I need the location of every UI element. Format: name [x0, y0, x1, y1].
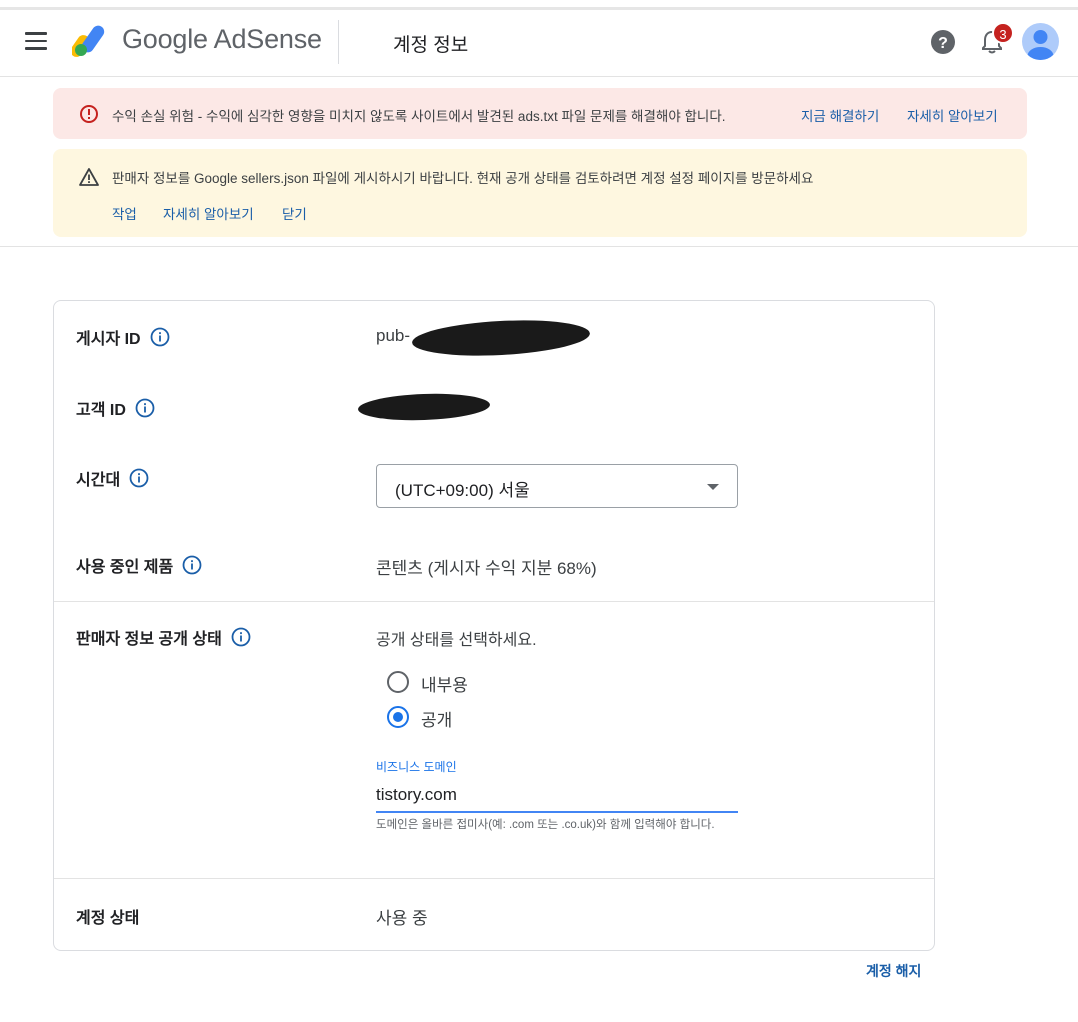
section-divider [0, 246, 1078, 247]
info-icon[interactable] [182, 555, 202, 575]
timezone-select-value: (UTC+09:00) 서울 [395, 481, 530, 500]
error-learn-more-link[interactable]: 자세히 알아보기 [907, 105, 998, 125]
products-label: 사용 중인 제품 [76, 559, 174, 576]
page-title: 계정 정보 [393, 35, 469, 56]
fix-now-link[interactable]: 지금 해결하기 [801, 105, 879, 125]
radio-public-label[interactable]: 공개 [421, 706, 452, 731]
radio-public[interactable] [387, 706, 409, 728]
account-status-label: 계정 상태 [76, 910, 140, 927]
info-icon[interactable] [150, 327, 170, 347]
timezone-select[interactable]: (UTC+09:00) 서울 [376, 464, 738, 508]
business-domain-label: 비즈니스 도메인 [376, 760, 457, 774]
warning-alert-message: 판매자 정보를 Google sellers.json 파일에 게시하시기 바랍… [112, 171, 814, 186]
warning-icon [79, 168, 99, 186]
notification-badge: 3 [992, 22, 1014, 44]
warning-learn-more-link[interactable]: 자세히 알아보기 [163, 203, 254, 223]
seller-visibility-prompt: 공개 상태를 선택하세요. [376, 632, 537, 649]
avatar[interactable] [1022, 23, 1059, 60]
help-icon[interactable]: ? [930, 29, 956, 55]
products-row: 사용 중인 제품 [76, 553, 202, 577]
radio-internal[interactable] [387, 671, 409, 693]
warning-alert: 판매자 정보를 Google sellers.json 파일에 게시하시기 바랍… [53, 149, 1027, 237]
customer-id-label: 고객 ID [76, 402, 126, 419]
error-alert: 수익 손실 위험 - 수익에 심각한 영향을 미치지 않도록 사이트에서 발견된… [53, 88, 1027, 139]
info-icon[interactable] [129, 468, 149, 488]
error-icon [80, 105, 98, 123]
close-link[interactable]: 닫기 [282, 203, 307, 223]
redaction-mark [357, 391, 491, 423]
seller-visibility-row: 판매자 정보 공개 상태 [76, 625, 251, 649]
business-domain-input[interactable] [376, 779, 738, 813]
account-info-card: 게시자 ID pub- 고객 ID 시간대 (UTC+09:00) 서울 사용 … [53, 300, 935, 951]
seller-visibility-label: 판매자 정보 공개 상태 [76, 631, 222, 648]
radio-internal-label[interactable]: 내부용 [421, 671, 468, 696]
info-icon[interactable] [231, 627, 251, 647]
timezone-row: 시간대 [76, 466, 149, 490]
header-divider [338, 20, 339, 64]
timezone-label: 시간대 [76, 472, 121, 489]
publisher-id-row: 게시자 ID [76, 325, 170, 349]
row-divider [54, 878, 934, 879]
avatar-icon [1027, 30, 1054, 60]
action-link[interactable]: 작업 [112, 203, 137, 223]
publisher-id-value: pub- [376, 326, 411, 345]
customer-id-row: 고객 ID [76, 396, 155, 420]
dropdown-arrow-icon [707, 484, 719, 490]
products-value: 콘텐츠 (게시자 수익 지분 68%) [376, 559, 597, 578]
adsense-logo-icon[interactable] [72, 22, 112, 58]
error-alert-message: 수익 손실 위험 - 수익에 심각한 영향을 미치지 않도록 사이트에서 발견된… [112, 109, 726, 124]
account-status-row: 계정 상태 [76, 904, 139, 928]
account-status-value: 사용 중 [376, 909, 428, 928]
brand-name: Google AdSense [122, 24, 322, 54]
svg-text:?: ? [938, 35, 948, 52]
business-domain-hint: 도메인은 올바른 접미사(예: .com 또는 .co.uk)와 함께 입력해야… [376, 819, 715, 831]
terminate-account-link[interactable]: 계정 해지 [866, 961, 921, 981]
publisher-id-label: 게시자 ID [76, 331, 141, 348]
redaction-mark [411, 316, 591, 360]
app-header: Google AdSense 계정 정보 ? 3 [0, 10, 1078, 77]
info-icon[interactable] [135, 398, 155, 418]
row-divider [54, 601, 934, 602]
top-border [0, 0, 1078, 10]
menu-icon[interactable] [25, 32, 49, 52]
